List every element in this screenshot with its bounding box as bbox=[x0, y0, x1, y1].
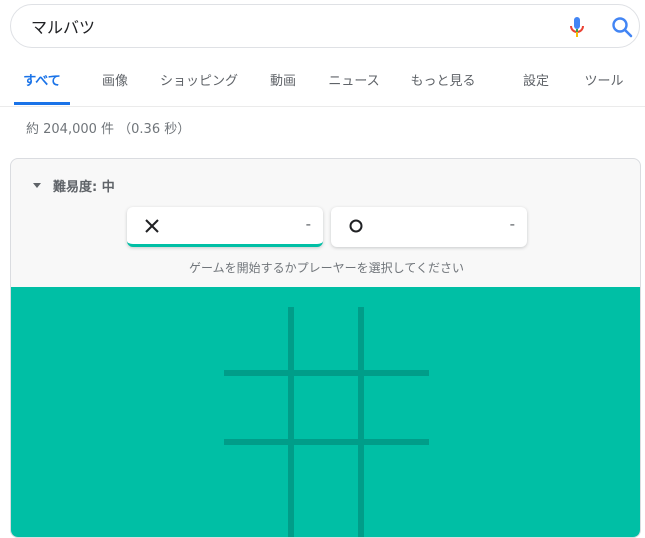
board-cell[interactable] bbox=[364, 445, 429, 525]
tab-more[interactable]: もっと見る bbox=[408, 62, 478, 104]
player-o-score: - bbox=[509, 215, 515, 233]
tab-settings[interactable]: 設定 bbox=[520, 62, 552, 104]
tab-news[interactable]: ニュース bbox=[326, 62, 382, 104]
difficulty-dropdown[interactable]: 難易度: 中 bbox=[33, 175, 115, 195]
mic-icon[interactable] bbox=[567, 16, 587, 38]
result-stats: 約 204,000 件 （0.36 秒） bbox=[26, 122, 191, 137]
board-cell[interactable] bbox=[294, 445, 358, 525]
x-mark-icon bbox=[145, 219, 159, 233]
tic-tac-toe-card: 難易度: 中 - - ゲームを開始するかプレーヤーを選択してください bbox=[10, 158, 641, 538]
player-x-score: - bbox=[305, 215, 311, 233]
board-cell[interactable] bbox=[224, 445, 288, 525]
grid-line-horizontal-top bbox=[224, 370, 429, 376]
board-cell[interactable] bbox=[364, 376, 429, 439]
board-cell[interactable] bbox=[364, 307, 429, 370]
search-input[interactable] bbox=[31, 5, 551, 47]
grid-line-vertical-left bbox=[288, 307, 294, 537]
player-o-button[interactable]: - bbox=[331, 207, 527, 247]
board-cell[interactable] bbox=[294, 376, 358, 439]
search-icon[interactable] bbox=[611, 16, 633, 38]
game-hint: ゲームを開始するかプレーヤーを選択してください bbox=[189, 261, 464, 275]
grid-line-horizontal-bottom bbox=[224, 439, 429, 445]
tab-videos[interactable]: 動画 bbox=[266, 62, 300, 104]
board-cell[interactable] bbox=[224, 307, 288, 370]
o-mark-icon bbox=[349, 219, 363, 233]
tab-shopping[interactable]: ショッピング bbox=[158, 62, 240, 104]
grid-line-vertical-right bbox=[358, 307, 364, 537]
tab-tools[interactable]: ツール bbox=[582, 62, 626, 104]
search-box[interactable] bbox=[10, 4, 640, 48]
triangle-down-icon bbox=[33, 182, 41, 188]
board-cell[interactable] bbox=[224, 376, 288, 439]
player-x-button[interactable]: - bbox=[127, 207, 323, 247]
game-board bbox=[11, 287, 640, 537]
board-cells bbox=[224, 307, 429, 525]
tab-all[interactable]: すべて bbox=[14, 62, 70, 105]
search-tabs: すべて 画像 ショッピング 動画 ニュース もっと見る 設定 ツール bbox=[0, 62, 645, 107]
difficulty-label: 難易度: 中 bbox=[53, 179, 115, 195]
board-cell[interactable] bbox=[294, 307, 358, 370]
tab-images[interactable]: 画像 bbox=[98, 62, 132, 104]
